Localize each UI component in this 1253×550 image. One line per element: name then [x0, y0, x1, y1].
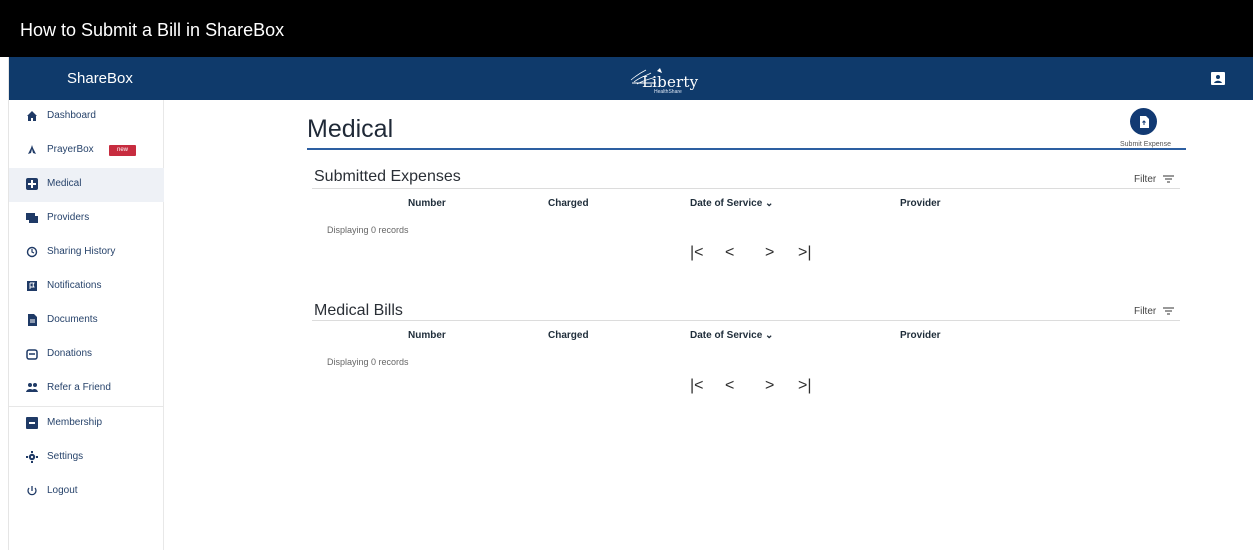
sidebar-item-providers[interactable]: Providers — [9, 202, 164, 236]
medical-page: Medical Submit Expense Submitted Expense… — [164, 100, 1253, 550]
sidebar-item-refer-a-friend[interactable]: Refer a Friend — [9, 372, 164, 406]
sidebar-item-label: Medical — [47, 178, 82, 189]
sidebar-item-settings[interactable]: Settings — [9, 441, 164, 475]
sidebar-item-donations[interactable]: Donations — [9, 338, 164, 372]
page-title: Medical — [307, 115, 394, 143]
column-header-charged[interactable]: Charged — [548, 330, 589, 341]
sidebar-item-label: Refer a Friend — [47, 382, 111, 393]
sidebar-navigation: Dashboard PrayerBox new Medical Provider… — [9, 100, 164, 550]
notification-flag-icon — [27, 281, 37, 291]
sidebar-item-notifications[interactable]: Notifications — [9, 270, 164, 304]
logo-subtitle: HealthShare — [654, 89, 682, 95]
next-page-button[interactable]: > — [765, 378, 774, 394]
sidebar-item-label: Membership — [47, 417, 103, 428]
filter-icon — [1163, 175, 1174, 183]
submitted-expenses-filter-button[interactable]: Filter — [1134, 174, 1174, 185]
prayer-hands-icon — [28, 145, 36, 154]
filter-label: Filter — [1133, 306, 1157, 317]
membership-card-icon — [26, 417, 38, 429]
new-badge: new — [109, 145, 136, 156]
sidebar-item-label: Providers — [47, 212, 90, 223]
column-header-number[interactable]: Number — [408, 330, 446, 341]
medical-plus-icon — [26, 178, 38, 190]
sidebar-item-membership[interactable]: Membership — [9, 407, 164, 441]
medical-bills-filter-button[interactable]: Filter — [1134, 306, 1174, 317]
video-title-bar: How to Submit a Bill in ShareBox — [0, 0, 1253, 57]
liberty-healthshare-logo[interactable]: Liberty HealthShare — [622, 63, 702, 95]
medical-bills-divider — [312, 320, 1180, 321]
previous-page-button[interactable]: < — [725, 245, 734, 261]
history-icon — [26, 246, 38, 258]
sharebox-app: ShareBox Liberty HealthShare Dashboard P… — [8, 57, 1253, 550]
document-icon — [28, 314, 37, 326]
sidebar-item-label: Documents — [47, 314, 98, 325]
top-navigation-bar: ShareBox Liberty HealthShare — [9, 57, 1253, 100]
chevron-down-icon: ⌄ — [765, 198, 774, 209]
home-icon — [27, 111, 37, 121]
donation-box-icon — [26, 349, 38, 360]
records-count: Displaying 0 records — [327, 225, 409, 235]
column-header-date-of-service[interactable]: Date of Service ⌄ — [690, 330, 773, 341]
column-header-date-of-service[interactable]: Date of Service ⌄ — [690, 198, 773, 209]
video-title: How to Submit a Bill in ShareBox — [20, 20, 285, 40]
last-page-button[interactable]: >| — [798, 378, 812, 394]
column-header-provider[interactable]: Provider — [900, 330, 941, 341]
sidebar-item-label: Donations — [47, 348, 93, 359]
next-page-button[interactable]: > — [765, 245, 774, 261]
submit-expense-label: Submit Expense — [1120, 141, 1171, 148]
power-icon — [27, 486, 37, 496]
submitted-expenses-divider — [312, 188, 1180, 189]
sidebar-item-documents[interactable]: Documents — [9, 304, 164, 338]
last-page-button[interactable]: >| — [798, 245, 812, 261]
first-page-button[interactable]: |< — [690, 245, 704, 261]
records-count: Displaying 0 records — [327, 357, 409, 367]
medical-bills-pagination: |< < > >| — [681, 378, 821, 398]
date-of-service-label: Date of Service — [690, 198, 763, 209]
medical-bills-title: Medical Bills — [314, 302, 403, 319]
providers-icon — [26, 213, 38, 223]
sidebar-item-logout[interactable]: Logout — [9, 475, 164, 509]
sidebar-item-label: Notifications — [47, 280, 102, 291]
chevron-down-icon: ⌄ — [765, 330, 774, 341]
sidebar-item-label: Dashboard — [47, 110, 96, 121]
sidebar-item-label: Logout — [47, 485, 78, 496]
submitted-expenses-title: Submitted Expenses — [314, 168, 461, 185]
column-header-number[interactable]: Number — [408, 198, 446, 209]
sidebar-item-sharing-history[interactable]: Sharing History — [9, 236, 164, 270]
submit-expense-button[interactable]: Submit Expense — [1120, 108, 1182, 154]
document-upload-icon — [1140, 116, 1149, 128]
date-of-service-label: Date of Service — [690, 330, 763, 341]
user-card-icon[interactable] — [1211, 72, 1225, 85]
sidebar-item-label: Sharing History — [47, 246, 116, 257]
filter-icon — [1163, 307, 1174, 315]
first-page-button[interactable]: |< — [690, 378, 704, 394]
title-divider — [307, 148, 1186, 150]
friends-icon — [26, 383, 38, 392]
column-header-charged[interactable]: Charged — [548, 198, 589, 209]
column-header-provider[interactable]: Provider — [900, 198, 941, 209]
sidebar-item-medical[interactable]: Medical — [9, 168, 164, 202]
sidebar-item-label: PrayerBox — [47, 144, 94, 155]
sharebox-brand[interactable]: ShareBox — [67, 70, 133, 87]
filter-label: Filter — [1133, 174, 1157, 185]
gear-icon — [26, 451, 38, 463]
sidebar-item-prayerbox[interactable]: PrayerBox new — [9, 134, 164, 168]
previous-page-button[interactable]: < — [725, 378, 734, 394]
sidebar-item-label: Settings — [47, 451, 84, 462]
submitted-expenses-pagination: |< < > >| — [681, 245, 821, 265]
sidebar-item-dashboard[interactable]: Dashboard — [9, 100, 164, 134]
